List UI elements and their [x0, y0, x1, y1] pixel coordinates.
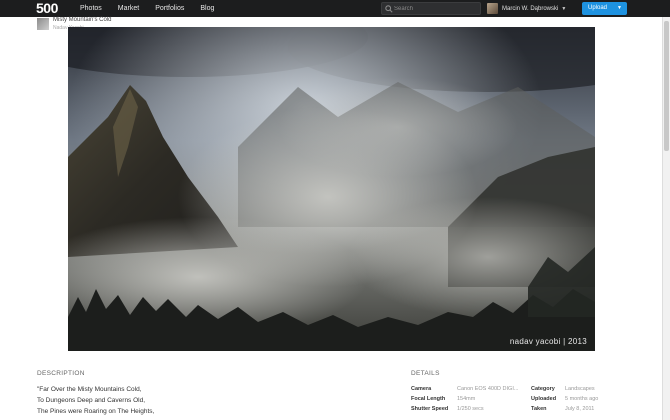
- details-row: Focal Length 154mm Uploaded 5 months ago: [411, 394, 631, 404]
- user-name: Marcin W. Dąbrowski: [502, 5, 559, 12]
- chevron-down-icon: ▼: [561, 5, 567, 12]
- search-box[interactable]: [381, 2, 481, 15]
- detail-value: 5 months ago: [565, 396, 599, 402]
- search-input[interactable]: [394, 3, 478, 14]
- main-photo[interactable]: nadav yacobi | 2013: [68, 27, 595, 351]
- detail-key: Shutter Speed: [411, 406, 449, 412]
- detail-key: Uploaded: [531, 396, 557, 402]
- description-line: "Far Over the Misty Mountains Cold,: [37, 386, 142, 393]
- description-line: To Dungeons Deep and Caverns Old,: [37, 397, 146, 404]
- details-row: Shutter Speed 1/250 secs Taken July 8, 2…: [411, 404, 631, 414]
- page-scrollbar[interactable]: [662, 17, 670, 420]
- main-nav: Photos Market Portfolios Blog: [80, 0, 230, 17]
- upload-label: Upload: [588, 5, 608, 11]
- site-logo[interactable]: 500: [36, 1, 58, 16]
- scrollbar-thumb[interactable]: [664, 21, 669, 151]
- chevron-down-icon[interactable]: ▼: [617, 2, 622, 15]
- photo-watermark: nadav yacobi | 2013: [509, 337, 587, 346]
- author-avatar[interactable]: [37, 18, 49, 30]
- details-table: Camera Canon EOS 400D DIGI... Category L…: [411, 384, 631, 414]
- detail-value[interactable]: Landscapes: [565, 386, 595, 392]
- photo-title: Misty Mountain's Cold: [53, 17, 112, 23]
- description-text: "Far Over the Misty Mountains Cold, To D…: [37, 384, 154, 417]
- detail-key: Camera: [411, 386, 432, 392]
- nav-item-portfolios[interactable]: Portfolios: [155, 0, 184, 17]
- detail-key: Taken: [531, 406, 547, 412]
- user-menu[interactable]: Marcin W. Dąbrowski ▼: [487, 2, 566, 15]
- photo-image: [68, 27, 595, 351]
- nav-item-blog[interactable]: Blog: [200, 0, 214, 17]
- description-heading: DESCRIPTION: [37, 370, 85, 377]
- detail-value: 1/250 secs: [457, 406, 484, 412]
- user-avatar: [487, 3, 498, 14]
- details-row: Camera Canon EOS 400D DIGI... Category L…: [411, 384, 631, 394]
- search-icon: [385, 5, 393, 13]
- detail-value: Canon EOS 400D DIGI...: [457, 386, 519, 392]
- description-line: The Pines were Roaring on The Heights,: [37, 408, 155, 415]
- detail-key: Focal Length: [411, 396, 446, 402]
- detail-value: 154mm: [457, 396, 476, 402]
- detail-key: Category: [531, 386, 555, 392]
- upload-button[interactable]: Upload ▼: [582, 2, 627, 15]
- top-nav-bar: 500 Photos Market Portfolios Blog Marcin…: [0, 0, 670, 17]
- details-heading: DETAILS: [411, 370, 440, 377]
- detail-value: July 8, 2011: [565, 406, 595, 412]
- nav-item-market[interactable]: Market: [118, 0, 139, 17]
- nav-item-photos[interactable]: Photos: [80, 0, 102, 17]
